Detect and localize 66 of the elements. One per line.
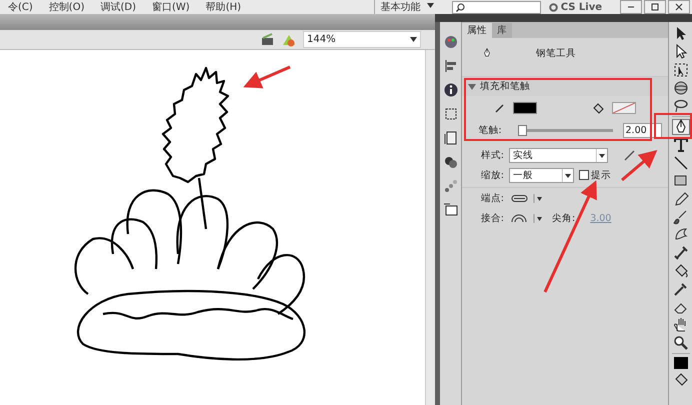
components-icon[interactable] bbox=[442, 154, 458, 170]
menu-item[interactable]: 窗口(W) bbox=[144, 0, 198, 14]
stroke-value-field[interactable]: 2.00 bbox=[622, 122, 662, 138]
hinting-checkbox[interactable]: 提示 bbox=[579, 168, 611, 182]
vertical-scrollbar[interactable] bbox=[425, 50, 435, 405]
edit-scene-icon[interactable] bbox=[261, 33, 275, 46]
caret-icon bbox=[596, 148, 607, 162]
tool-button[interactable] bbox=[672, 80, 690, 96]
transform-icon[interactable] bbox=[442, 106, 458, 122]
field-label: 样式: bbox=[480, 148, 504, 162]
caret-icon bbox=[533, 194, 543, 202]
align-icon[interactable] bbox=[442, 58, 458, 74]
annotation-arrow bbox=[243, 66, 291, 88]
tool-button[interactable] bbox=[672, 281, 690, 297]
tool-button[interactable] bbox=[672, 155, 690, 171]
dropdown[interactable]: 一般 bbox=[509, 168, 574, 182]
tool-button[interactable] bbox=[672, 137, 690, 153]
caret-icon bbox=[562, 168, 573, 182]
edit-symbol-icon[interactable] bbox=[281, 32, 297, 46]
close-icon bbox=[673, 2, 685, 12]
library-icon[interactable] bbox=[442, 202, 458, 218]
close-button[interactable] bbox=[668, 0, 690, 14]
field-label: 笔触: bbox=[477, 124, 502, 136]
panel-tab[interactable]: 库 bbox=[492, 23, 512, 38]
maximize-button[interactable] bbox=[644, 0, 666, 14]
search-icon bbox=[456, 2, 465, 12]
tool-button[interactable] bbox=[672, 245, 690, 261]
panel-tab[interactable]: 属性 bbox=[462, 23, 492, 38]
menu-item[interactable]: 令(C) bbox=[0, 0, 41, 14]
slider-thumb[interactable] bbox=[518, 124, 527, 136]
fill-color-swatch[interactable] bbox=[612, 102, 636, 114]
tool-button[interactable] bbox=[672, 356, 690, 370]
highlight-box bbox=[654, 113, 692, 139]
history-icon[interactable] bbox=[442, 130, 458, 146]
tool-button[interactable] bbox=[672, 335, 690, 351]
disclosure-triangle-icon bbox=[468, 84, 476, 90]
search-field[interactable] bbox=[452, 0, 541, 14]
caret-icon bbox=[533, 214, 543, 222]
dropdown[interactable]: 实线 bbox=[509, 148, 608, 162]
zoom-field[interactable]: 144% bbox=[303, 31, 421, 48]
cs-live-icon bbox=[548, 2, 558, 12]
zoom-value: 144% bbox=[307, 34, 336, 45]
tool-button[interactable] bbox=[672, 119, 690, 135]
tool-button[interactable] bbox=[672, 98, 690, 114]
caret-icon bbox=[426, 3, 434, 8]
palette-icon[interactable] bbox=[442, 34, 458, 50]
menu-item[interactable]: 调试(D) bbox=[92, 0, 144, 14]
field-label: 接合: bbox=[480, 212, 504, 224]
motion-presets-icon[interactable] bbox=[442, 178, 458, 194]
dropdown[interactable] bbox=[509, 214, 543, 222]
tool-button[interactable] bbox=[672, 62, 690, 78]
field-label: 缩放: bbox=[480, 168, 504, 182]
caret-icon bbox=[410, 37, 417, 42]
stroke-color-swatch[interactable] bbox=[512, 102, 536, 114]
tool-name: 钢笔工具 bbox=[536, 46, 576, 60]
annotation-arrow bbox=[621, 150, 658, 182]
section-title: 填充和笔触 bbox=[480, 80, 530, 93]
field-label: 尖角: bbox=[552, 212, 576, 224]
info-icon[interactable] bbox=[442, 82, 458, 98]
maximize-icon bbox=[649, 2, 661, 12]
menu-item[interactable]: 控制(O) bbox=[40, 0, 92, 14]
tool-button[interactable] bbox=[672, 209, 690, 225]
field-label: 端点: bbox=[480, 192, 504, 204]
dropdown[interactable] bbox=[509, 194, 543, 202]
cs-live-label[interactable]: CS Live bbox=[560, 2, 602, 12]
menu-item[interactable]: 帮助(H) bbox=[198, 0, 250, 14]
